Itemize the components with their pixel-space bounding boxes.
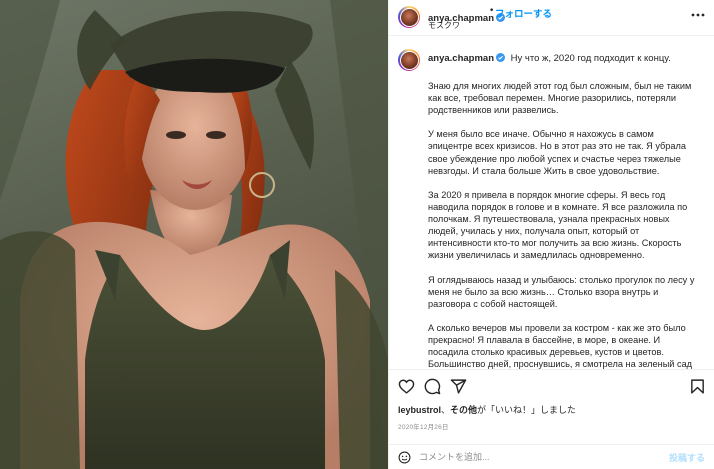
likes-connector: 、 [441, 405, 451, 415]
follow-button[interactable]: フォローする [495, 6, 552, 20]
bookmark-icon[interactable] [689, 378, 706, 395]
emoji-icon[interactable] [398, 451, 411, 464]
likes-summary: leybustrol、その他が「いいね！」しました [398, 403, 576, 416]
post-comment-button[interactable]: 投稿する [669, 451, 705, 464]
caption-avatar[interactable] [398, 49, 420, 71]
comment-bar: 投稿する [389, 444, 714, 469]
avatar-image [399, 50, 419, 70]
heart-icon[interactable] [398, 378, 415, 395]
caption-paragraph: А сколько вечеров мы провели за костром … [428, 322, 693, 370]
post-date[interactable]: 2020年12月26日 [398, 421, 449, 431]
more-options-icon[interactable] [691, 9, 705, 21]
avatar[interactable] [398, 6, 420, 28]
caption-area: anya.chapman Ну что ж, 2020 год подходит… [389, 40, 714, 370]
likes-suffix: が「いいね！」しました [477, 405, 577, 415]
separator-dot: • [489, 6, 495, 16]
location-link[interactable]: モスクワ [428, 20, 460, 31]
caption-username[interactable]: anya.chapman [428, 53, 494, 64]
caption-header: anya.chapman Ну что ж, 2020 год подходит… [428, 53, 671, 64]
likes-others-link[interactable]: その他 [450, 405, 477, 415]
caption-body: Знаю для многих людей этот год был сложн… [428, 80, 696, 370]
caption-paragraph: За 2020 я привела в порядок многие сферы… [428, 189, 688, 261]
liker-username[interactable]: leybustrol [398, 405, 441, 415]
caption-paragraph: Знаю для многих людей этот год был сложн… [428, 81, 692, 116]
caption-paragraph: Я оглядываюсь назад и улыбаюсь: столько … [428, 274, 695, 309]
post-detail-panel: anya.chapman • フォローする モスクワ anya.chapman … [388, 0, 714, 469]
comment-input[interactable] [419, 449, 659, 465]
avatar-image [399, 7, 419, 27]
caption-paragraph: У меня было все иначе. Обычно я нахожусь… [428, 129, 686, 176]
share-icon[interactable] [450, 378, 467, 395]
post-header: anya.chapman • フォローする モスクワ [389, 0, 714, 36]
caption-first-line: Ну что ж, 2020 год подходит к концу. [510, 53, 671, 64]
action-bar [389, 372, 714, 402]
post-photo-illustration [0, 0, 388, 469]
verified-badge-icon [496, 53, 505, 62]
post-photo[interactable] [0, 0, 388, 469]
comment-icon[interactable] [424, 378, 441, 395]
